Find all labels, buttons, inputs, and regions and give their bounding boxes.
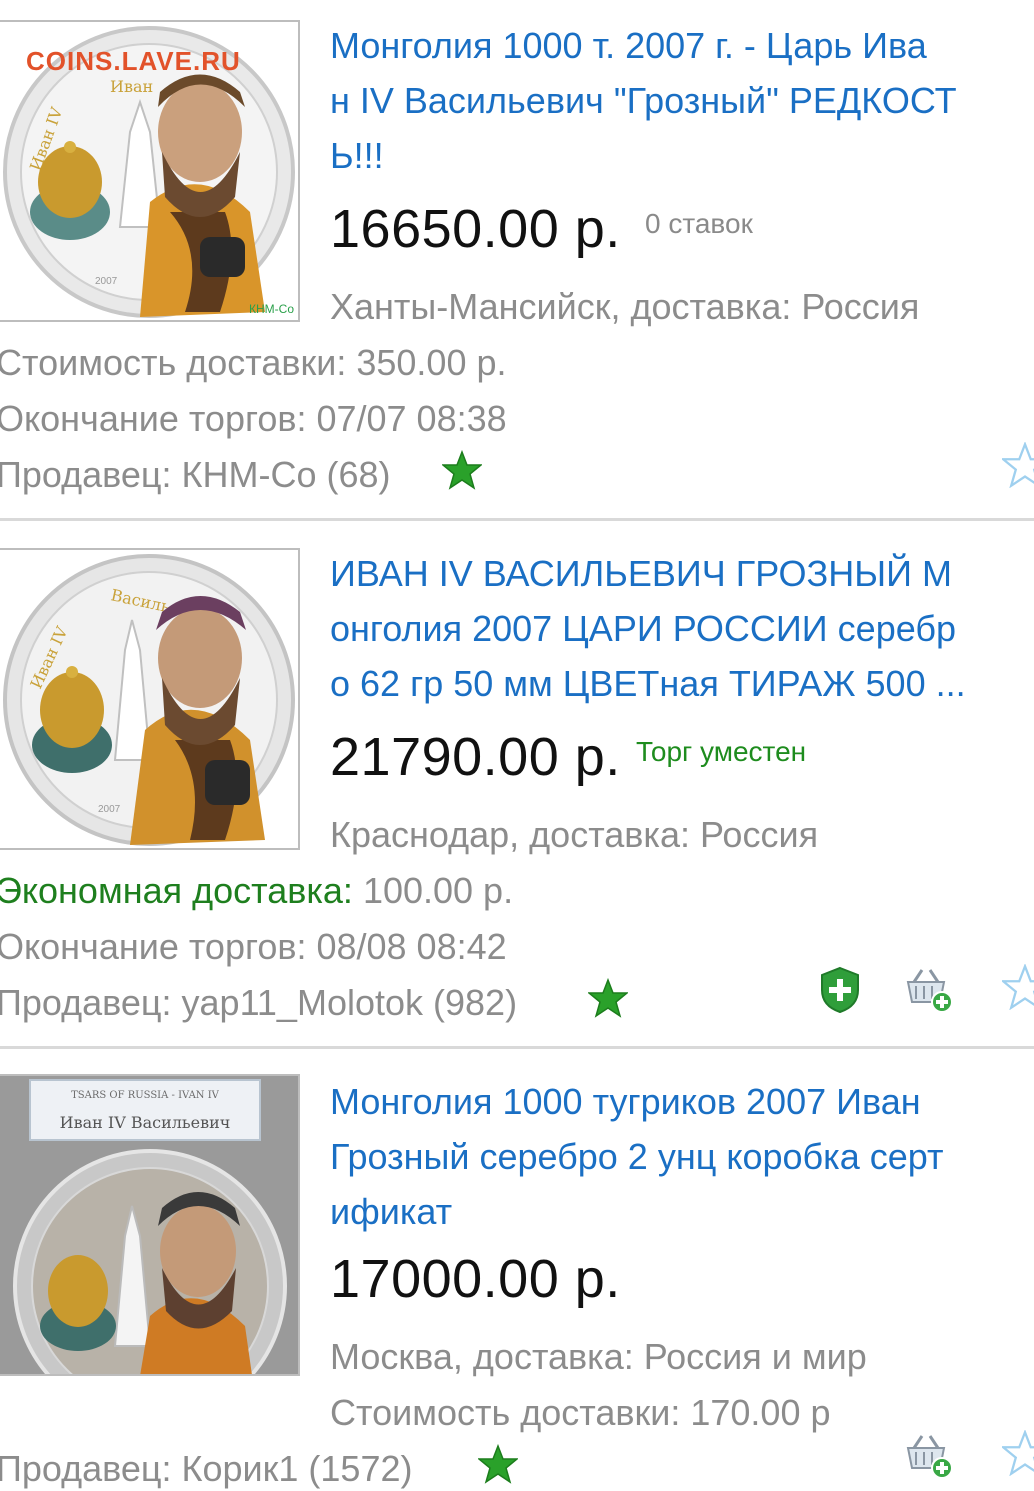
- listing-3-title[interactable]: Монголия 1000 тугриков 2007 Иван Грозный…: [330, 1074, 1034, 1239]
- add-to-cart-icon[interactable]: [902, 966, 954, 1014]
- listing-1-shipping: Стоимость доставки: 350.00 р.: [0, 342, 507, 383]
- listing-3-price: 17000.00 р.: [330, 1249, 621, 1309]
- listing-2-seller[interactable]: Продавец: yap11_Molotok (982): [0, 982, 517, 1024]
- coin-box-image: TSARS OF RUSSIA - IVAN IV Иван IV Василь…: [0, 1076, 298, 1374]
- watermark: COINS.LAVE.RU: [26, 46, 241, 76]
- listing-3-location: Москва, доставка: Россия и мир: [330, 1336, 867, 1377]
- title-line: Грозный серебро 2 унц коробка серт: [330, 1136, 944, 1177]
- economy-shipping-label: Экономная доставка:: [0, 870, 353, 911]
- favorite-star-icon[interactable]: [1002, 1430, 1034, 1476]
- economy-shipping-value: 100.00 р.: [352, 870, 514, 911]
- favorite-star-icon[interactable]: [1002, 964, 1034, 1010]
- box-label-main: Иван IV Васильевич: [60, 1113, 231, 1132]
- listing-2-end-time: Окончание торгов: 08/08 08:42: [0, 926, 507, 967]
- listing-3-shipping: Стоимость доставки: 170.00 р: [330, 1392, 831, 1433]
- seller-rating-star-icon: [588, 978, 628, 1018]
- svg-text:Иван: Иван: [110, 77, 153, 96]
- favorite-star-icon[interactable]: [1002, 442, 1034, 488]
- listing-2-title[interactable]: ИВАН IV ВАСИЛЬЕВИЧ ГРОЗНЫЙ М онголия 200…: [330, 546, 1034, 711]
- title-line: н IV Васильевич "Грозный" РЕДКОСТ: [330, 80, 957, 121]
- title-line: о 62 гр 50 мм ЦВЕТная ТИРАЖ 500 ...: [330, 663, 966, 704]
- listing-2-haggle-badge: Торг уместен: [636, 736, 807, 767]
- divider: [0, 518, 1034, 521]
- seller-text: Продавец: Корик1 (1572): [0, 1448, 413, 1489]
- listing-3-image[interactable]: TSARS OF RUSSIA - IVAN IV Иван IV Василь…: [0, 1074, 300, 1376]
- listing-2-location: Краснодар, доставка: Россия: [330, 814, 819, 855]
- buyer-protection-shield-icon[interactable]: [818, 966, 862, 1014]
- listing-1-seller[interactable]: Продавец: КНМ-Со (68): [0, 454, 391, 496]
- svg-text:2007: 2007: [95, 276, 118, 287]
- svg-text:2007: 2007: [98, 804, 121, 815]
- seller-rating-star-icon: [442, 450, 482, 490]
- listing-1-end-time: Окончание торгов: 07/07 08:38: [0, 398, 507, 439]
- title-line: ИВАН IV ВАСИЛЬЕВИЧ ГРОЗНЫЙ М: [330, 553, 952, 594]
- coin-image: Васильевич Иван IV 2007: [3, 554, 295, 846]
- listing-2-image[interactable]: Васильевич Иван IV 2007: [0, 548, 300, 850]
- listing-2-price: 21790.00 р.: [330, 727, 621, 787]
- title-line: ификат: [330, 1191, 453, 1232]
- title-line: Монголия 1000 тугриков 2007 Иван: [330, 1081, 921, 1122]
- box-label-top: TSARS OF RUSSIA - IVAN IV: [71, 1090, 220, 1101]
- listing-1-location: Ханты-Мансийск, доставка: Россия: [330, 286, 920, 327]
- listing-2-shipping: Экономная доставка: 100.00 р.: [0, 870, 513, 912]
- listing-1-title[interactable]: Монголия 1000 т. 2007 г. - Царь Ива н IV…: [330, 18, 1034, 183]
- title-line: онголия 2007 ЦАРИ РОССИИ серебр: [330, 608, 956, 649]
- seller-text: Продавец: КНМ-Со (68): [0, 454, 391, 495]
- divider: [0, 1046, 1034, 1049]
- title-line: Ь!!!: [330, 135, 384, 176]
- listing-3-seller[interactable]: Продавец: Корик1 (1572): [0, 1448, 412, 1490]
- listing-1-price: 16650.00 р.: [330, 199, 621, 259]
- image-caption: КНМ-Со: [249, 302, 294, 316]
- add-to-cart-icon[interactable]: [902, 1432, 954, 1480]
- seller-text: Продавец: yap11_Molotok (982): [0, 982, 518, 1023]
- title-line: Монголия 1000 т. 2007 г. - Царь Ива: [330, 25, 927, 66]
- listing-1-bids: 0 ставок: [645, 208, 753, 239]
- seller-rating-star-icon: [478, 1444, 518, 1484]
